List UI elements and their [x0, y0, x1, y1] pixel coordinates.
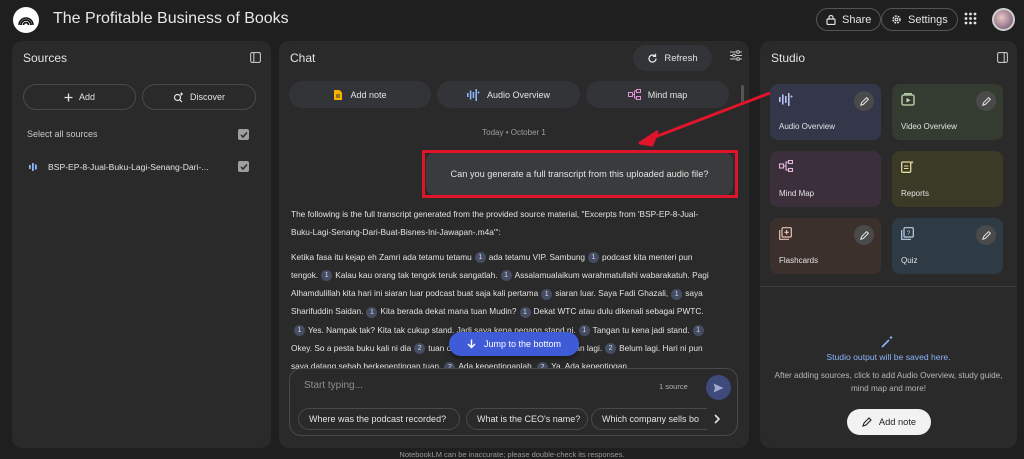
annotation-arrow [638, 91, 771, 147]
